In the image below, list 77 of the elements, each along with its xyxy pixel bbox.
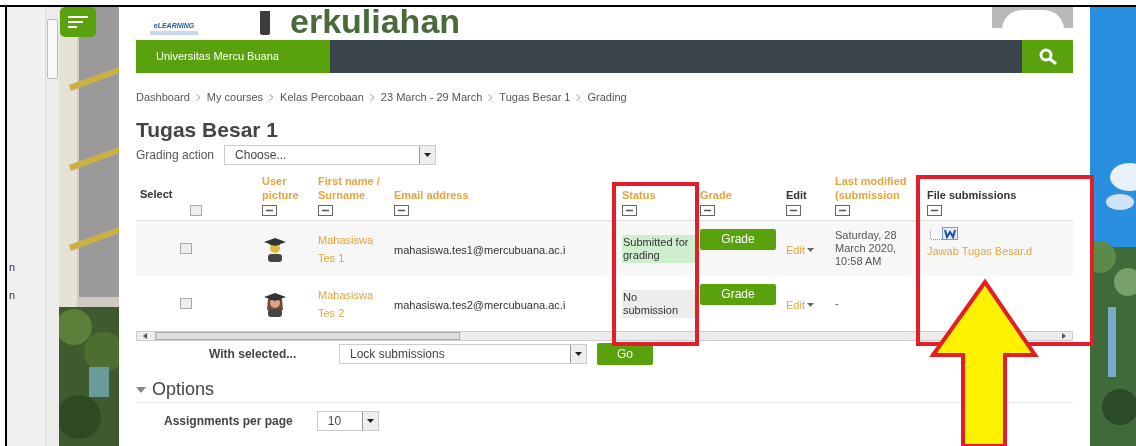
last-modified-text: Saturday, 28 March 2020, 10:58 AM	[835, 229, 898, 268]
breadcrumb-link[interactable]: My courses	[206, 88, 264, 106]
column-header[interactable]: Grade	[700, 188, 780, 202]
chevron-icon	[576, 93, 582, 101]
caret-icon	[575, 352, 582, 356]
panel-text: n	[9, 261, 17, 273]
status-label: Submitted for grading	[622, 235, 696, 263]
email-text: mahasiswa.tes2@mercubuana.ac.i	[394, 298, 566, 311]
page-title: Tugas Besar 1	[136, 117, 279, 143]
breadcrumb-link[interactable]: Dashboard	[136, 88, 190, 106]
column-header: File submissions	[927, 188, 1018, 202]
breadcrumb-link[interactable]: Tugas Besar 1	[499, 88, 571, 106]
breadcrumb-link[interactable]: Grading	[587, 88, 627, 106]
logo-figure-icon	[260, 11, 270, 35]
chevron-icon	[369, 93, 375, 101]
chevron-icon	[195, 93, 201, 101]
column-header[interactable]: Status	[622, 188, 696, 202]
scrollbar-thumb[interactable]	[47, 19, 58, 79]
status-label: No submission	[622, 290, 696, 318]
menu-icon	[68, 16, 88, 28]
caret-icon	[366, 419, 374, 423]
collapse-icon[interactable]	[262, 205, 277, 216]
field-label: With selected...	[209, 346, 298, 363]
site-logo-text: erkuliahan	[290, 7, 461, 35]
grade-button[interactable]: Grade	[700, 228, 776, 250]
student-name-link[interactable]: Mahasiswa Tes 2	[318, 285, 388, 322]
field-label: Grading action	[136, 147, 215, 164]
collapse-caret-icon[interactable]	[136, 386, 146, 393]
collapse-icon[interactable]	[394, 205, 409, 216]
per-page-select[interactable]: 10	[316, 411, 379, 431]
grade-button[interactable]: Grade	[700, 283, 776, 305]
grading-action-select[interactable]: Choose...	[224, 145, 437, 165]
column-header[interactable]: User picture	[262, 174, 312, 202]
collapse-icon[interactable]	[622, 205, 637, 216]
last-modified-text: -	[835, 297, 840, 310]
email-text: mahasiswa.tes1@mercubuana.ac.i	[394, 243, 566, 256]
collapse-icon[interactable]	[927, 205, 942, 216]
edit-menu-link[interactable]: Edit	[786, 241, 814, 258]
caret-icon	[806, 247, 814, 252]
checkbox[interactable]	[180, 297, 192, 309]
collapse-icon[interactable]	[318, 205, 333, 216]
caret-icon	[806, 302, 814, 307]
column-header: Edit	[786, 188, 808, 202]
student-avatar-icon	[262, 235, 288, 262]
breadcrumb-link[interactable]: Kelas Percobaan	[280, 88, 364, 106]
search-button[interactable]	[1022, 40, 1073, 73]
scrollbar[interactable]	[45, 7, 59, 446]
caret-icon	[424, 153, 432, 157]
student-name-link[interactable]: Mahasiswa Tes 1	[318, 230, 388, 267]
collapse-icon[interactable]	[835, 205, 850, 216]
left-arrow-icon[interactable]	[141, 333, 149, 339]
search-icon	[1038, 47, 1057, 66]
file-link[interactable]: Jawab Tugas Besar.d	[927, 243, 1073, 260]
column-header[interactable]: Last modified (submission	[835, 174, 920, 202]
document-icon	[942, 227, 958, 240]
collapse-icon[interactable]	[786, 205, 801, 216]
site-name-link[interactable]: Universitas Mercu Buana	[136, 40, 330, 73]
column-header: Select	[140, 186, 173, 202]
tree-connector-icon	[930, 230, 942, 240]
column-header[interactable]: Email address	[394, 188, 616, 202]
column-header[interactable]: First name / Surname	[318, 174, 388, 202]
panel-text: n	[9, 289, 17, 301]
edit-menu-link[interactable]: Edit	[786, 296, 814, 313]
bulk-action-select[interactable]: Lock submissions	[339, 344, 587, 364]
student-avatar-icon	[262, 290, 288, 317]
breadcrumb-link[interactable]: 23 March - 29 March	[380, 88, 483, 106]
chevron-icon	[488, 93, 494, 101]
right-arrow-icon[interactable]	[1060, 333, 1068, 339]
scrollbar-thumb[interactable]	[155, 332, 460, 340]
checkbox[interactable]	[190, 205, 202, 216]
field-label: Assignments per page	[164, 413, 293, 430]
menu-button[interactable]	[60, 7, 96, 37]
horizontal-scrollbar[interactable]	[136, 331, 1073, 341]
section-heading[interactable]: Options	[152, 376, 215, 403]
collapse-icon[interactable]	[700, 205, 715, 216]
checkbox[interactable]	[180, 242, 192, 254]
chevron-icon	[269, 93, 275, 101]
